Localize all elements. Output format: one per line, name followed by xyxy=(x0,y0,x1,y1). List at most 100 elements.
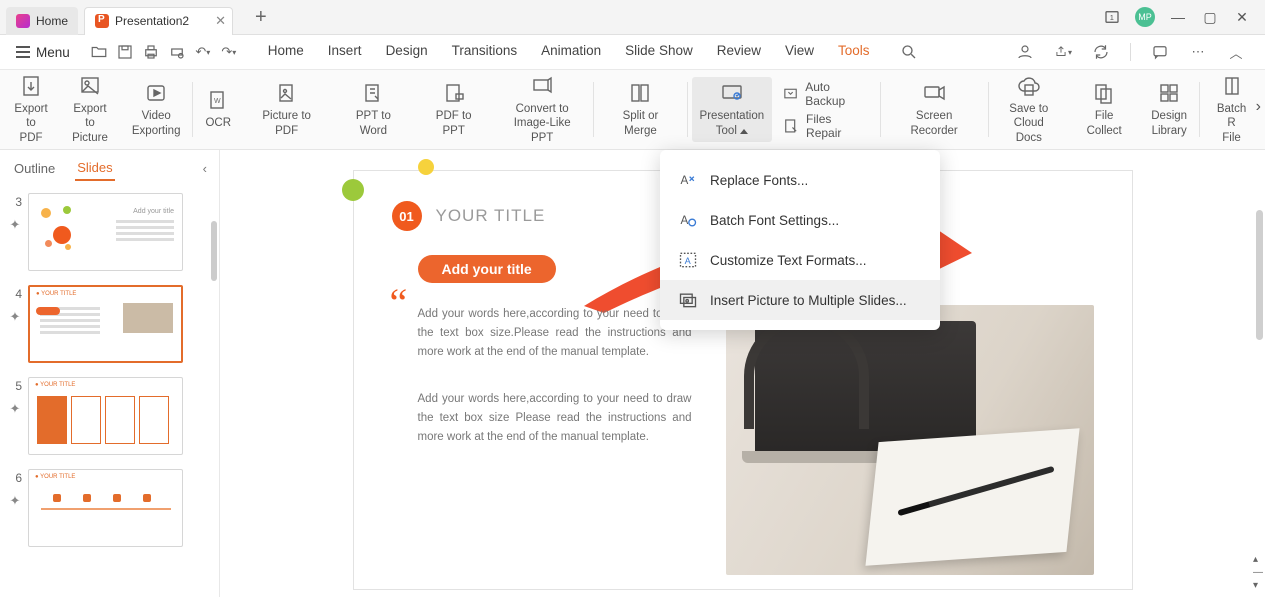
tab-design[interactable]: Design xyxy=(386,43,428,61)
menu-button[interactable]: Menu xyxy=(8,41,78,64)
tab-view[interactable]: View xyxy=(785,43,814,61)
share-icon[interactable]: ▾ xyxy=(1054,43,1072,61)
presentation-tool-icon xyxy=(720,81,744,105)
replace-fonts-icon: A xyxy=(678,170,698,190)
body-paragraph-2[interactable]: Add your words here,according to your ne… xyxy=(418,390,692,447)
slide-image[interactable] xyxy=(726,305,1094,575)
comment-icon[interactable] xyxy=(1151,43,1169,61)
ribbon-scroll-right-icon[interactable]: › xyxy=(1256,98,1261,116)
close-tab-icon[interactable]: ✕ xyxy=(215,13,226,29)
thumb-title-text: Add your title xyxy=(133,208,174,215)
split-merge-icon xyxy=(628,81,652,105)
tab-review[interactable]: Review xyxy=(717,43,761,61)
slides-tab[interactable]: Slides xyxy=(75,156,114,181)
replace-fonts-item[interactable]: A Replace Fonts... xyxy=(660,160,940,200)
files-repair-label: Files Repair xyxy=(806,112,870,140)
document-tab[interactable]: Presentation2 ✕ xyxy=(84,7,233,35)
split-merge-label: Split or Merge xyxy=(606,109,674,138)
slide-thumbnail[interactable]: Add your title xyxy=(28,193,183,271)
export-picture-button[interactable]: Export to Picture xyxy=(60,70,120,149)
slide-thumb-4[interactable]: 4✦ ● YOUR TITLE xyxy=(8,285,211,363)
backup-repair-group: Auto Backup Files Repair xyxy=(776,80,876,140)
close-window-button[interactable]: ✕ xyxy=(1233,8,1251,26)
cloud-icon xyxy=(1017,74,1041,98)
minimize-button[interactable]: — xyxy=(1169,8,1187,26)
video-exporting-label: Video Exporting xyxy=(132,109,181,138)
pdf-to-ppt-button[interactable]: PDF to PPT xyxy=(417,77,491,142)
auto-backup-label: Auto Backup xyxy=(805,80,870,108)
batch-button[interactable]: Batch R File xyxy=(1204,70,1259,149)
customize-text-formats-item[interactable]: A Customize Text Formats... xyxy=(660,240,940,280)
collapse-panel-icon[interactable]: ‹ xyxy=(203,161,207,176)
tab-slideshow[interactable]: Slide Show xyxy=(625,43,693,61)
vertical-scrollbar[interactable] xyxy=(1256,210,1263,340)
slide-thumbnail[interactable]: ● YOUR TITLE xyxy=(28,377,183,455)
print-icon[interactable] xyxy=(142,43,160,61)
slide-thumb-5[interactable]: 5✦ ● YOUR TITLE xyxy=(8,377,211,455)
decorative-dots xyxy=(342,159,462,219)
export-picture-label: Export to Picture xyxy=(68,102,112,145)
ocr-button[interactable]: W OCR xyxy=(197,84,239,134)
file-collect-button[interactable]: File Collect xyxy=(1069,77,1139,142)
user-avatar[interactable]: MP xyxy=(1135,7,1155,27)
collapse-ribbon-icon[interactable]: ︿ xyxy=(1227,43,1245,61)
slide-thumb-6[interactable]: 6✦ ● YOUR TITLE xyxy=(8,469,211,547)
file-collect-label: File Collect xyxy=(1077,109,1131,138)
video-exporting-button[interactable]: Video Exporting xyxy=(124,77,189,142)
quote-icon: “ xyxy=(390,291,408,315)
batch-icon xyxy=(1220,74,1244,98)
window-count-icon[interactable]: 1 xyxy=(1103,8,1121,26)
home-tab[interactable]: Home xyxy=(6,7,78,35)
maximize-button[interactable]: ▢ xyxy=(1201,8,1219,26)
screen-recorder-icon xyxy=(922,81,946,105)
new-tab-button[interactable]: + xyxy=(247,6,275,29)
save-cloud-button[interactable]: Save to Cloud Docs xyxy=(993,70,1066,149)
convert-image-label: Convert to Image-Like PPT xyxy=(503,102,581,145)
scroll-stop-icon[interactable]: — xyxy=(1253,567,1263,578)
hamburger-icon xyxy=(16,51,30,53)
scroll-up-icon[interactable]: ▴ xyxy=(1253,554,1263,565)
tab-home[interactable]: Home xyxy=(268,43,304,61)
outline-tab[interactable]: Outline xyxy=(12,157,57,180)
search-icon[interactable] xyxy=(900,43,918,61)
separator xyxy=(988,82,989,137)
sync-icon[interactable] xyxy=(1092,43,1110,61)
export-pdf-button[interactable]: Export to PDF xyxy=(6,70,56,149)
save-icon[interactable] xyxy=(116,43,134,61)
animation-star-icon: ✦ xyxy=(10,309,21,325)
picture-to-pdf-button[interactable]: Picture to PDF xyxy=(243,77,330,142)
batch-font-settings-item[interactable]: A Batch Font Settings... xyxy=(660,200,940,240)
insert-picture-multiple-item[interactable]: Insert Picture to Multiple Slides... xyxy=(660,280,940,320)
animation-star-icon: ✦ xyxy=(10,401,21,417)
design-library-button[interactable]: Design Library xyxy=(1143,77,1195,142)
body-text-column[interactable]: “ Add your words here,according to your … xyxy=(392,305,692,575)
presentation-tool-label: Presentation Tool xyxy=(700,109,765,138)
print-preview-icon[interactable] xyxy=(168,43,186,61)
open-icon[interactable] xyxy=(90,43,108,61)
screen-recorder-button[interactable]: Screen Recorder xyxy=(885,77,984,142)
auto-backup-button[interactable]: Auto Backup xyxy=(782,80,870,108)
presentation-tool-button[interactable]: Presentation Tool xyxy=(692,77,773,142)
redo-icon[interactable]: ↷▾ xyxy=(220,43,238,61)
user-icon[interactable] xyxy=(1016,43,1034,61)
scroll-down-icon[interactable]: ▾ xyxy=(1253,580,1263,591)
ppt-to-word-button[interactable]: PPT to Word xyxy=(334,77,412,142)
separator xyxy=(192,82,193,137)
tab-insert[interactable]: Insert xyxy=(328,43,362,61)
split-merge-button[interactable]: Split or Merge xyxy=(598,77,682,142)
convert-image-ppt-button[interactable]: Convert to Image-Like PPT xyxy=(495,70,589,149)
tab-animation[interactable]: Animation xyxy=(541,43,601,61)
slide-thumb-3[interactable]: 3✦ Add your title xyxy=(8,193,211,271)
panel-scrollbar[interactable] xyxy=(211,221,217,281)
body-paragraph-1[interactable]: Add your words here,according to your ne… xyxy=(418,305,692,362)
slide-thumbnail[interactable]: ● YOUR TITLE xyxy=(28,469,183,547)
tab-transitions[interactable]: Transitions xyxy=(452,43,518,61)
batch-font-icon: A xyxy=(678,210,698,230)
slide-list[interactable]: 3✦ Add your title 4✦ ● YOUR TITL xyxy=(0,181,219,597)
more-icon[interactable]: ⋯ xyxy=(1189,43,1207,61)
subtitle-pill[interactable]: Add your title xyxy=(418,255,556,283)
slide-thumbnail-selected[interactable]: ● YOUR TITLE xyxy=(28,285,183,363)
files-repair-button[interactable]: Files Repair xyxy=(782,112,870,140)
tab-tools[interactable]: Tools xyxy=(838,43,870,61)
undo-icon[interactable]: ↶▾ xyxy=(194,43,212,61)
